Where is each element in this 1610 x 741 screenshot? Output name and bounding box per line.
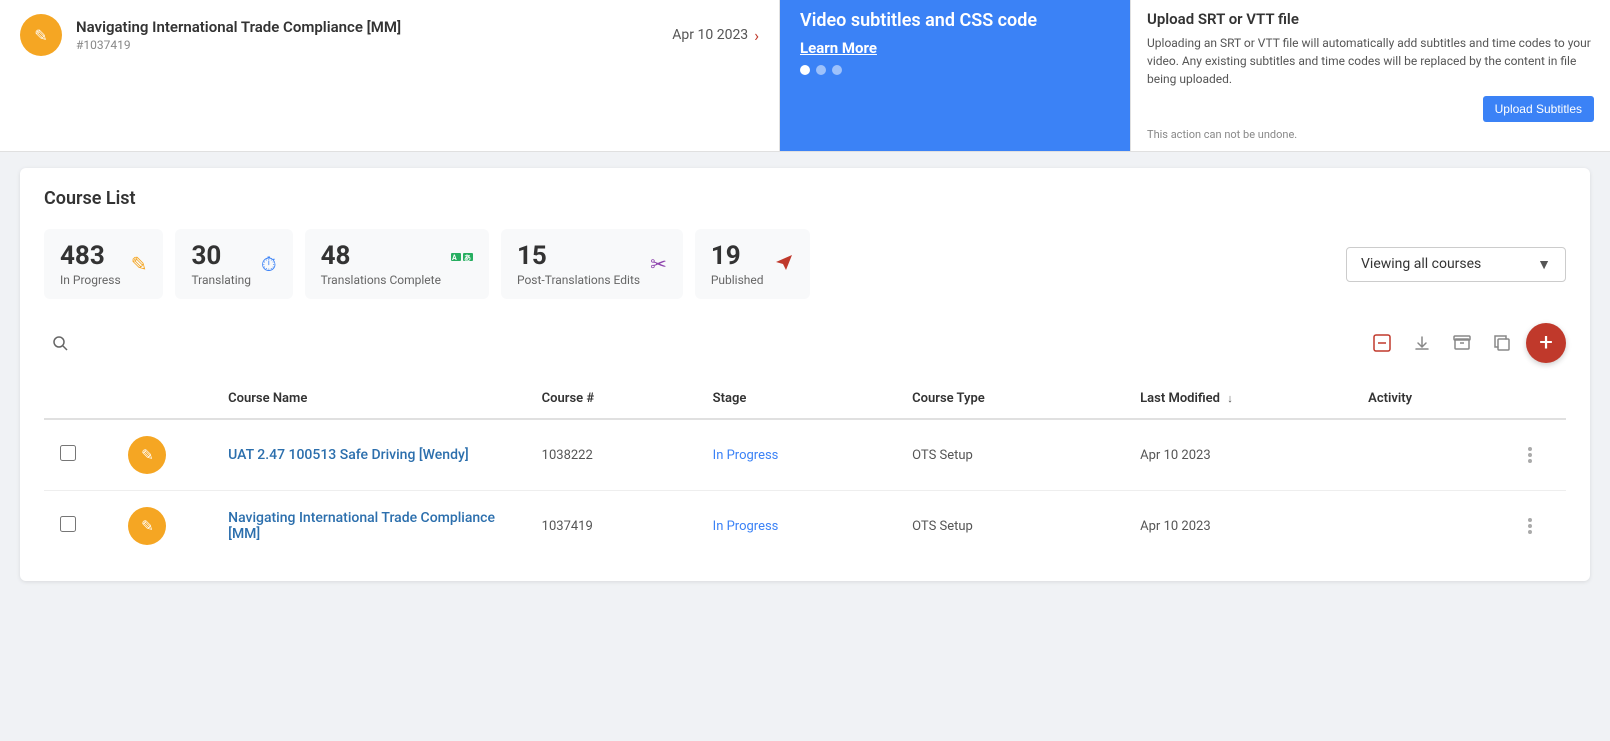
viewing-label: Viewing all courses bbox=[1361, 256, 1481, 272]
stat-label-inprogress: In Progress bbox=[60, 273, 121, 287]
stat-translating[interactable]: 30 Translating ⏱ bbox=[175, 229, 292, 299]
row-actions-1[interactable] bbox=[1511, 518, 1550, 534]
stat-info: 15 Post-Translations Edits bbox=[517, 241, 640, 287]
activity-cell-1 bbox=[1352, 491, 1495, 562]
course-list-section: Course List 483 In Progress ✎ 30 Transla… bbox=[20, 168, 1590, 581]
course-number-0: 1038222 bbox=[542, 448, 593, 463]
stat-in-progress[interactable]: 483 In Progress ✎ bbox=[44, 229, 163, 299]
course-title: Navigating International Trade Complianc… bbox=[76, 18, 658, 36]
add-course-button[interactable]: + bbox=[1526, 323, 1566, 363]
row-checkbox-1[interactable] bbox=[60, 516, 76, 532]
row-actions-0[interactable] bbox=[1511, 447, 1550, 463]
th-course-number: Course # bbox=[526, 379, 697, 419]
translation-complete-icon: A あ bbox=[451, 252, 473, 276]
sort-arrow-icon: ↓ bbox=[1227, 392, 1233, 405]
stat-number-inprogress: 483 bbox=[60, 241, 121, 271]
table-row: ✎ Navigating International Trade Complia… bbox=[44, 491, 1566, 562]
row-icon-0: ✎ bbox=[128, 436, 166, 474]
course-type-0: OTS Setup bbox=[912, 448, 973, 463]
course-name-link-0[interactable]: UAT 2.47 100513 Safe Driving [Wendy] bbox=[228, 447, 469, 463]
th-checkbox bbox=[44, 379, 112, 419]
th-last-modified[interactable]: Last Modified ↓ bbox=[1124, 379, 1352, 419]
scissors-icon: ✂ bbox=[650, 252, 667, 276]
row-checkbox-0[interactable] bbox=[60, 445, 76, 461]
download-button[interactable] bbox=[1406, 327, 1438, 359]
stat-number-translating: 30 bbox=[191, 241, 251, 271]
stat-number-published: 19 bbox=[711, 241, 764, 271]
th-course-name: Course Name bbox=[212, 379, 526, 419]
course-id: #1037419 bbox=[76, 38, 658, 52]
stat-number-complete: 48 bbox=[321, 241, 441, 271]
course-info: Navigating International Trade Complianc… bbox=[76, 18, 658, 52]
course-name-link-1[interactable]: Navigating International Trade Complianc… bbox=[228, 510, 495, 542]
banner-dots bbox=[800, 65, 1110, 75]
upload-panel-title: Upload SRT or VTT file bbox=[1147, 10, 1594, 28]
stage-badge-1: In Progress bbox=[713, 519, 779, 534]
upload-subtitles-button[interactable]: Upload Subtitles bbox=[1483, 96, 1594, 122]
action-note: This action can not be undone. bbox=[1147, 128, 1594, 141]
dot-3[interactable] bbox=[832, 65, 842, 75]
upload-panel-desc: Uploading an SRT or VTT file will automa… bbox=[1147, 34, 1594, 88]
banner-panel: Video subtitles and CSS code Learn More bbox=[780, 0, 1130, 151]
stat-label-post: Post-Translations Edits bbox=[517, 273, 640, 287]
svg-text:あ: あ bbox=[464, 253, 471, 262]
last-modified-0: Apr 10 2023 bbox=[1140, 448, 1210, 463]
course-type-1: OTS Setup bbox=[912, 519, 973, 534]
viewing-dropdown[interactable]: Viewing all courses ▼ bbox=[1346, 247, 1566, 282]
svg-text:A: A bbox=[452, 254, 457, 262]
minus-square-button[interactable] bbox=[1366, 327, 1398, 359]
row-icon-1: ✎ bbox=[128, 507, 166, 545]
stat-translations-complete[interactable]: 48 Translations Complete A あ bbox=[305, 229, 489, 299]
stat-info: 48 Translations Complete bbox=[321, 241, 441, 287]
th-icon bbox=[112, 379, 212, 419]
published-icon bbox=[774, 252, 794, 277]
search-button[interactable] bbox=[44, 327, 76, 359]
banner-title: Video subtitles and CSS code bbox=[800, 10, 1110, 31]
top-course-item[interactable]: ✎ Navigating International Trade Complia… bbox=[20, 14, 759, 56]
stat-info: 483 In Progress bbox=[60, 241, 121, 287]
course-date: Apr 10 2023 › bbox=[672, 26, 759, 45]
th-stage: Stage bbox=[697, 379, 897, 419]
copy-button[interactable] bbox=[1486, 327, 1518, 359]
toolbar-actions: + bbox=[1366, 323, 1566, 363]
course-table: Course Name Course # Stage Course Type L… bbox=[44, 379, 1566, 561]
last-modified-1: Apr 10 2023 bbox=[1140, 519, 1210, 534]
stage-badge-0: In Progress bbox=[713, 448, 779, 463]
stats-row: 483 In Progress ✎ 30 Translating ⏱ 48 Tr… bbox=[44, 229, 1566, 299]
activity-cell-0 bbox=[1352, 419, 1495, 491]
upload-panel: Upload SRT or VTT file Uploading an SRT … bbox=[1130, 0, 1610, 151]
edit-icon: ✎ bbox=[131, 252, 148, 276]
clock-icon: ⏱ bbox=[261, 252, 277, 276]
course-icon: ✎ bbox=[20, 14, 62, 56]
section-title: Course List bbox=[44, 188, 1566, 209]
stat-label-translating: Translating bbox=[191, 273, 251, 287]
table-row: ✎ UAT 2.47 100513 Safe Driving [Wendy] 1… bbox=[44, 419, 1566, 491]
dropdown-arrow-icon: ▼ bbox=[1537, 256, 1551, 273]
toolbar: + bbox=[44, 323, 1566, 363]
stat-label-complete: Translations Complete bbox=[321, 273, 441, 287]
learn-more-link[interactable]: Learn More bbox=[800, 39, 877, 57]
stat-info: 19 Published bbox=[711, 241, 764, 287]
chevron-right-icon: › bbox=[754, 26, 759, 45]
th-course-type: Course Type bbox=[896, 379, 1124, 419]
dot-2[interactable] bbox=[816, 65, 826, 75]
th-actions bbox=[1495, 379, 1566, 419]
stat-number-post: 15 bbox=[517, 241, 640, 271]
stat-info: 30 Translating bbox=[191, 241, 251, 287]
dot-1[interactable] bbox=[800, 65, 810, 75]
stat-label-published: Published bbox=[711, 273, 764, 287]
stat-post-translations[interactable]: 15 Post-Translations Edits ✂ bbox=[501, 229, 683, 299]
stat-published[interactable]: 19 Published bbox=[695, 229, 810, 299]
archive-button[interactable] bbox=[1446, 327, 1478, 359]
th-activity: Activity bbox=[1352, 379, 1495, 419]
course-number-1: 1037419 bbox=[542, 519, 593, 534]
